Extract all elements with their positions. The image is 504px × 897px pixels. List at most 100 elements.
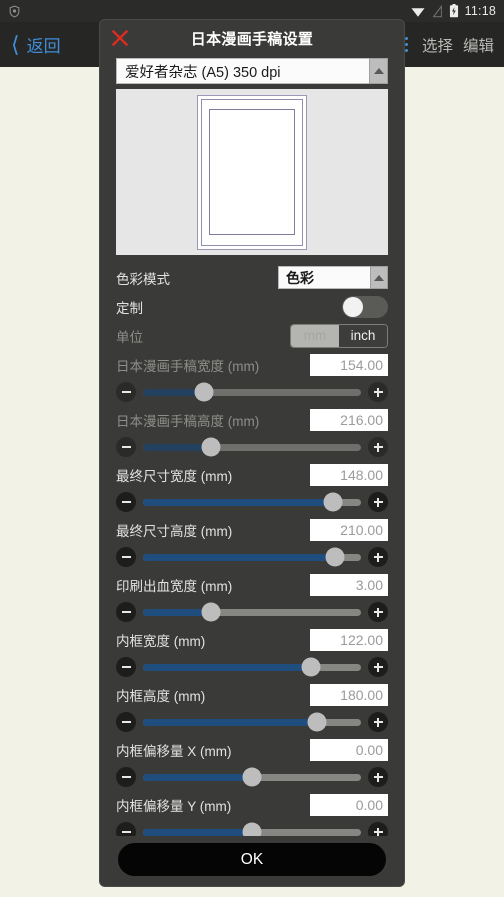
unit-segmented-control[interactable]: mm inch: [290, 323, 388, 348]
inner-frame-offset-x-increment-button[interactable]: [368, 767, 388, 787]
dialog-title: 日本漫画手稿设置: [190, 30, 314, 48]
slider-thumb[interactable]: [201, 437, 221, 457]
inner-frame-width-increment-button[interactable]: [368, 657, 388, 677]
inner-frame-offset-y-value[interactable]: 0.00: [310, 793, 388, 816]
inner-frame-width-slider[interactable]: [143, 657, 361, 677]
inner-frame-height-value[interactable]: 180.00: [310, 683, 388, 706]
slider-fill: [143, 718, 318, 726]
slider-thumb[interactable]: [323, 492, 343, 512]
final-size-height-increment-button[interactable]: [368, 547, 388, 567]
slider-thumb[interactable]: [301, 657, 321, 677]
custom-toggle-switch[interactable]: [342, 295, 388, 318]
inner-frame-offset-x-slider-row: [108, 764, 396, 790]
signal-off-icon: [432, 4, 443, 18]
chevron-up-icon[interactable]: [369, 58, 388, 84]
slider-thumb[interactable]: [242, 767, 262, 787]
ok-button[interactable]: OK: [118, 843, 386, 876]
manga-draft-height-slider-row: [108, 434, 396, 460]
final-size-width-label: 最终尺寸宽度 (mm): [116, 468, 233, 484]
final-size-width-decrement-button[interactable]: [116, 492, 136, 512]
slider-thumb[interactable]: [325, 547, 345, 567]
inner-frame-offset-y-slider-row: [108, 819, 396, 836]
inner-frame-height-slider[interactable]: [143, 712, 361, 732]
inner-frame-offset-y-slider[interactable]: [143, 822, 361, 836]
chevron-left-icon: ⟨: [11, 31, 20, 57]
color-mode-select[interactable]: 色彩: [278, 266, 388, 289]
slider-thumb[interactable]: [242, 822, 262, 836]
manga-draft-width-label: 日本漫画手稿宽度 (mm): [116, 358, 260, 374]
manga-draft-height-slider[interactable]: [143, 437, 361, 457]
manga-draft-height-decrement-button[interactable]: [116, 437, 136, 457]
back-button[interactable]: ⟨ 返回: [0, 32, 61, 57]
preset-select[interactable]: 爱好者杂志 (A5) 350 dpi: [116, 58, 369, 84]
app-bar-right: 选择 编辑: [401, 34, 504, 56]
toggle-knob: [343, 296, 363, 317]
edit-button[interactable]: 编辑: [463, 34, 494, 56]
slider-thumb[interactable]: [201, 602, 221, 622]
unit-option-inch[interactable]: inch: [339, 324, 387, 347]
inner-frame-offset-x-decrement-button[interactable]: [116, 767, 136, 787]
print-bleed-width-value[interactable]: 3.00: [310, 573, 388, 596]
back-button-label: 返回: [26, 37, 61, 56]
inner-frame-height-label: 内框高度 (mm): [116, 688, 206, 704]
slider-fill: [143, 498, 333, 506]
manga-draft-width-decrement-button[interactable]: [116, 382, 136, 402]
final-size-width-value[interactable]: 148.00: [310, 463, 388, 486]
print-bleed-width-slider[interactable]: [143, 602, 361, 622]
dialog-footer: OK: [100, 836, 404, 886]
manga-draft-width-slider[interactable]: [143, 382, 361, 402]
status-bar-left: [8, 5, 21, 18]
inner-frame-offset-x-slider[interactable]: [143, 767, 361, 787]
inner-frame-offset-y-row: 内框偏移量 Y (mm) 0.00: [108, 790, 396, 819]
screen-root: 11:18 ⟨ 返回 我的图片 (0) 选择 编辑 没有艺术作品。: [0, 0, 504, 897]
manga-draft-width-increment-button[interactable]: [368, 382, 388, 402]
print-bleed-width-increment-button[interactable]: [368, 602, 388, 622]
inner-frame-height-row: 内框高度 (mm) 180.00: [108, 680, 396, 709]
inner-frame-offset-x-value[interactable]: 0.00: [310, 738, 388, 761]
print-bleed-width-row: 印刷出血宽度 (mm) 3.00: [108, 570, 396, 599]
slider-thumb[interactable]: [194, 382, 214, 402]
select-button[interactable]: 选择: [422, 34, 453, 56]
inner-frame-width-decrement-button[interactable]: [116, 657, 136, 677]
manga-draft-height-increment-button[interactable]: [368, 437, 388, 457]
wifi-icon: [410, 5, 426, 18]
slider-fill: [143, 663, 311, 671]
android-status-bar: 11:18: [0, 0, 504, 22]
preview-trim-box: [201, 98, 303, 246]
final-size-height-decrement-button[interactable]: [116, 547, 136, 567]
final-size-width-slider[interactable]: [143, 492, 361, 512]
manga-draft-width-value[interactable]: 154.00: [310, 353, 388, 376]
final-size-height-slider[interactable]: [143, 547, 361, 567]
chevron-up-icon: [370, 266, 388, 289]
inner-frame-width-value[interactable]: 122.00: [310, 628, 388, 651]
unit-row: 单位 mm inch: [108, 321, 396, 350]
manga-settings-dialog: 日本漫画手稿设置 爱好者杂志 (A5) 350 dpi 色彩模式 色彩 定制 单…: [100, 20, 404, 886]
unit-option-mm[interactable]: mm: [291, 324, 339, 347]
inner-frame-width-label: 内框宽度 (mm): [116, 633, 206, 649]
inner-frame-offset-y-decrement-button[interactable]: [116, 822, 136, 836]
final-size-height-value[interactable]: 210.00: [310, 518, 388, 541]
slider-thumb[interactable]: [307, 712, 327, 732]
print-bleed-width-label: 印刷出血宽度 (mm): [116, 578, 233, 594]
inner-frame-width-slider-row: [108, 654, 396, 680]
inner-frame-height-decrement-button[interactable]: [116, 712, 136, 732]
inner-frame-height-increment-button[interactable]: [368, 712, 388, 732]
final-size-width-row: 最终尺寸宽度 (mm) 148.00: [108, 460, 396, 489]
manga-draft-height-row: 日本漫画手稿高度 (mm) 216.00: [108, 405, 396, 434]
battery-charging-icon: [449, 4, 459, 18]
inner-frame-offset-x-label: 内框偏移量 X (mm): [116, 743, 232, 759]
print-bleed-width-decrement-button[interactable]: [116, 602, 136, 622]
manga-draft-width-slider-row: [108, 379, 396, 405]
manga-draft-width-row: 日本漫画手稿宽度 (mm) 154.00: [108, 350, 396, 379]
manga-draft-height-value[interactable]: 216.00: [310, 408, 388, 431]
slider-fill: [143, 773, 252, 781]
final-size-height-label: 最终尺寸高度 (mm): [116, 523, 233, 539]
close-icon[interactable]: [109, 27, 131, 49]
final-size-width-increment-button[interactable]: [368, 492, 388, 512]
inner-frame-offset-y-increment-button[interactable]: [368, 822, 388, 836]
print-bleed-width-slider-row: [108, 599, 396, 625]
final-size-width-slider-row: [108, 489, 396, 515]
inner-frame-height-slider-row: [108, 709, 396, 735]
status-bar-right: 11:18: [410, 4, 496, 18]
color-mode-label: 色彩模式: [116, 271, 170, 287]
